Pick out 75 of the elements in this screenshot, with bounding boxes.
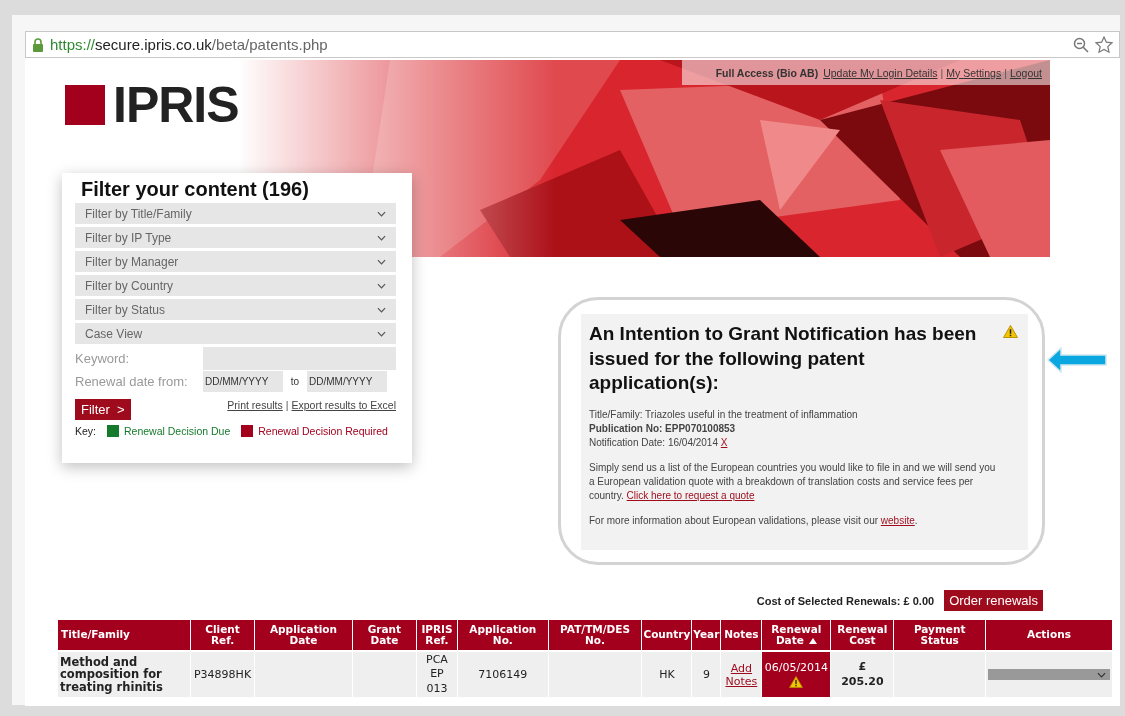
address-bar[interactable]: https://secure.ipris.co.uk/beta/patents.php [25, 31, 1120, 58]
caret-icon [377, 282, 386, 289]
column-header[interactable]: IPRIS Ref. [416, 620, 457, 652]
caret-icon [377, 210, 386, 217]
date-from-field[interactable]: DD/MM/YYYY [203, 371, 283, 392]
caret-icon [1096, 671, 1106, 678]
table-cell: £ 205.20 [831, 652, 894, 697]
column-header[interactable]: Client Ref. [191, 620, 255, 652]
table-cell: 9 [692, 652, 721, 697]
keyword-field[interactable] [203, 347, 396, 370]
caret-icon [377, 234, 386, 241]
notification-title: An Intention to Grant Notification has been issued for the following patent application(s): [589, 322, 978, 396]
caret-icon [377, 258, 386, 265]
url-text: https://secure.ipris.co.uk/beta/patents.php [50, 36, 329, 53]
sort-ascending-icon [808, 638, 817, 644]
quote-paragraph: Simply send us a list of the European countries you would like to file in and we will send you a European validation quote with a breakdown of translation costs and service fees per country. Click here to request a quote [589, 461, 997, 504]
caret-icon [377, 306, 386, 313]
filter-button[interactable]: Filter > [75, 399, 131, 420]
key-text: Renewal Decision Due [124, 425, 231, 437]
dismiss-link[interactable]: X [720, 437, 728, 449]
warning-icon [1003, 325, 1018, 338]
column-header[interactable]: Country [642, 620, 692, 652]
header-link[interactable]: Logout [1009, 66, 1042, 79]
column-header[interactable]: Renewal Cost [831, 620, 894, 652]
filter-dropdown[interactable]: Case View [75, 323, 396, 344]
table-cell: 7106149 [457, 652, 548, 697]
results-link[interactable]: Export results to Excel [291, 399, 396, 411]
header-link[interactable]: My Settings [946, 66, 1002, 79]
selected-cost-text: Cost of Selected Renewals: £ 0.00 [756, 594, 935, 607]
website-link[interactable]: website [880, 515, 915, 527]
key-label: Key: [75, 425, 96, 437]
renewal-date-text: 06/05/2014 [764, 661, 829, 676]
pointer-arrow-icon [1047, 347, 1107, 373]
link-separator: | [1004, 66, 1007, 79]
column-header[interactable]: Title/Family [58, 620, 190, 652]
notification-date-text: Notification Date: 16/04/2014 X [589, 436, 729, 451]
column-header[interactable]: Actions [985, 620, 1112, 652]
header-link[interactable]: Update My Login Details [823, 66, 938, 79]
column-header[interactable]: Payment Status [894, 620, 985, 652]
filter-dropdown[interactable]: Filter by Title/Family [75, 203, 396, 224]
quote-link[interactable]: Click here to request a quote [626, 490, 755, 502]
column-header[interactable]: PAT/TM/DES No. [548, 620, 642, 652]
star-icon[interactable] [1095, 35, 1113, 54]
column-header[interactable]: Application No. [457, 620, 548, 652]
order-renewals-button[interactable]: Order renewals [944, 590, 1043, 611]
results-link[interactable]: Print results [227, 399, 283, 411]
table-cell: HK [642, 652, 692, 697]
filter-dropdown[interactable]: Filter by IP Type [75, 227, 396, 248]
column-header[interactable]: Application Date [255, 620, 352, 652]
to-label: to [289, 376, 301, 387]
column-header[interactable]: Year [692, 620, 721, 652]
keyword-label: Keyword: [75, 351, 131, 366]
link-separator: | [940, 66, 944, 79]
publication-text: Publication No: EPP070100853 [589, 422, 737, 437]
logo[interactable]: IPRIS [65, 76, 239, 134]
account-label: Full Access (Bio AB) [715, 66, 819, 79]
zoom-icon[interactable] [1073, 36, 1089, 53]
date-to-field[interactable]: DD/MM/YYYY [307, 371, 387, 392]
table-cell: Method and composition for treating rhinitis [58, 652, 190, 697]
filter-dropdown[interactable]: Filter by Manager [75, 251, 396, 272]
info-paragraph: For more information about European validations, please visit our website. [589, 514, 919, 529]
filter-dropdown[interactable]: Filter by Country [75, 275, 396, 296]
table-cell: PCA EP 013 [416, 652, 457, 697]
filter-title: Filter your content (196) [80, 178, 310, 201]
column-header[interactable]: Grant Date [352, 620, 416, 652]
column-header[interactable]: Renewal Date [762, 620, 831, 652]
key-text: Renewal Decision Required [258, 425, 388, 437]
column-header[interactable]: Notes [721, 620, 762, 652]
table-cell: P34898HK [191, 652, 255, 697]
caret-icon [377, 330, 386, 337]
title-family-text: Title/Family: Triazoles useful in the treatment of inflammation [589, 408, 859, 423]
filter-dropdown[interactable]: Filter by Status [75, 299, 396, 320]
date-label: Renewal date from: [75, 374, 189, 389]
link-separator: | [285, 399, 289, 411]
lock-icon [32, 37, 44, 52]
